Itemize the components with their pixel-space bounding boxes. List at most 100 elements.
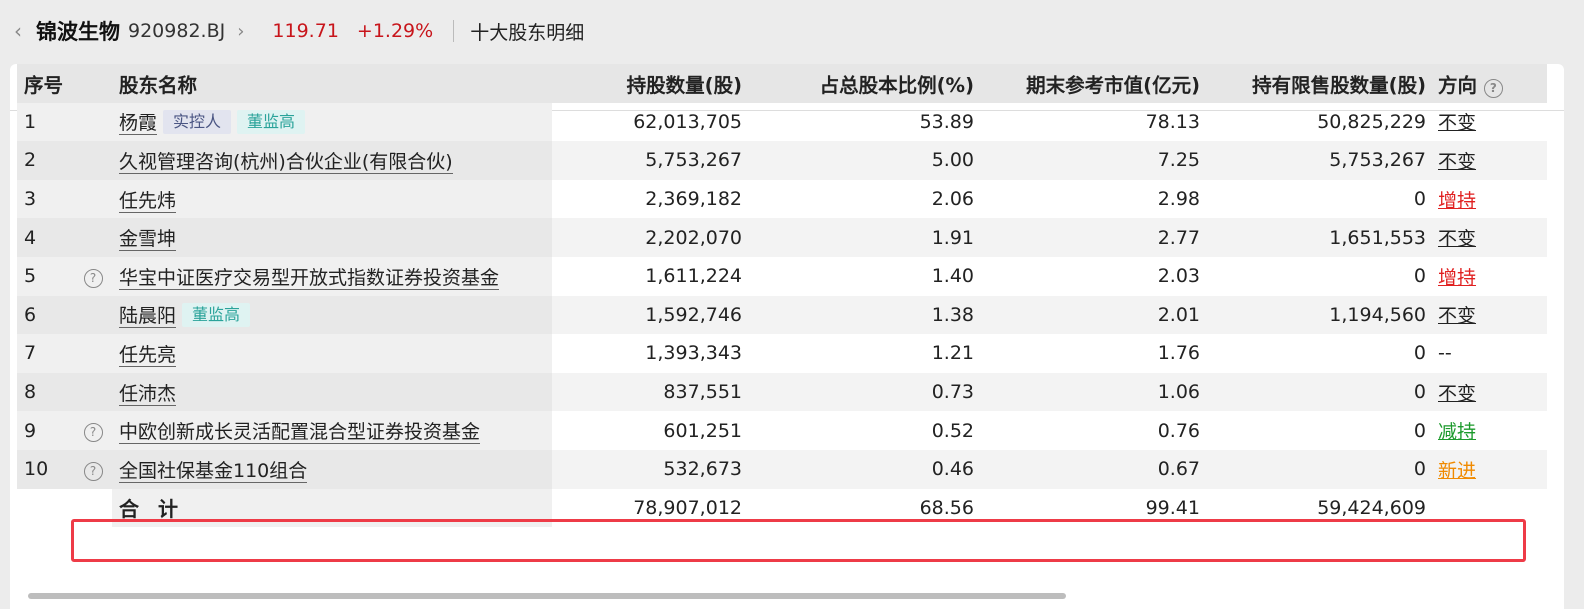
stock-price: 119.71 [272,20,339,42]
question-circle-icon[interactable]: ? [83,423,103,443]
row-ratio: 1.21 [931,342,974,365]
row-index: 3 [17,179,74,219]
direction-link[interactable]: 不变 [1438,112,1476,134]
table-row[interactable]: 6 陆晨阳 董监高 1,592,746 1.38 2.01 1,194,560 不变 [17,295,1547,335]
row-direction-cell: 不变 [1426,103,1547,142]
shareholder-name-link[interactable]: 任沛杰 [119,382,177,406]
row-shares: 1,393,343 [645,342,742,365]
question-circle-icon[interactable]: ? [83,268,103,288]
shareholder-tag: 董监高 [237,110,306,135]
direction-link[interactable]: 增持 [1438,267,1476,289]
total-restricted: 59,424,609 [1317,496,1426,519]
shareholder-name-link[interactable]: 久视管理咨询(杭州)合伙企业(有限合伙) [119,150,453,174]
row-value: 2.03 [1157,265,1200,288]
row-name-cell: 杨霞 实控人 董监高 [112,102,552,142]
row-direction-cell: -- [1426,334,1547,373]
total-label: 合 计 [119,497,184,522]
row-ratio: 5.00 [931,149,974,172]
shareholder-name-link[interactable]: 任先亮 [119,343,177,367]
row-name-cell: 任先亮 [112,334,552,373]
row-shares: 2,369,182 [645,188,742,211]
col-header-direction-label: 方向 [1438,73,1478,97]
row-restricted: 0 [1413,381,1426,404]
row-value: 2.98 [1157,188,1200,211]
row-name-cell: 金雪坤 [112,218,552,257]
direction-link[interactable]: 不变 [1438,383,1476,405]
stock-change: +1.29% [356,20,434,42]
row-direction-cell: 新进 [1426,450,1547,489]
table-header-row: 序号 股东名称 持股数量(股) 占总股本比例(%) 期末参考市值(亿元) 持有限… [17,64,1547,103]
row-direction-cell: 不变 [1426,373,1547,412]
row-info-cell: ? [74,256,112,296]
col-header-ratio[interactable]: 占总股本比例(%) [742,64,974,103]
shareholder-name-link[interactable]: 全国社保基金110组合 [119,459,308,483]
direction-link[interactable]: 减持 [1438,421,1476,443]
row-direction-cell: 增持 [1426,257,1547,296]
row-index: 1 [17,102,74,142]
row-name-cell: 中欧创新成长灵活配置混合型证券投资基金 [112,411,552,450]
row-index: 5 [17,256,74,296]
row-name-cell: 任先炜 [112,179,552,219]
row-direction-cell: 不变 [1426,218,1547,257]
row-value: 0.76 [1157,419,1200,442]
direction-link: -- [1438,342,1452,365]
shareholder-name-link[interactable]: 金雪坤 [119,228,177,252]
row-value: 0.67 [1157,458,1200,481]
row-name-cell: 全国社保基金110组合 [112,449,552,489]
direction-link[interactable]: 不变 [1438,305,1476,327]
row-ratio: 1.91 [931,226,974,249]
row-index: 4 [17,218,74,257]
shareholder-name-link[interactable]: 中欧创新成长灵活配置混合型证券投资基金 [119,421,481,445]
row-shares: 1,611,224 [645,265,742,288]
row-shares: 62,013,705 [633,110,742,133]
row-shares: 532,673 [663,458,742,481]
total-label-cell: 合 计 [112,488,552,528]
row-restricted: 0 [1413,419,1426,442]
row-value: 1.06 [1157,381,1200,404]
row-restricted: 0 [1413,458,1426,481]
table-row[interactable]: 1 杨霞 实控人 董监高 62,013,705 53.89 78.13 50,825,229 不… [17,102,1547,142]
direction-link[interactable]: 不变 [1438,151,1476,173]
shareholder-name-link[interactable]: 陆晨阳 [119,305,177,329]
col-header-shares[interactable]: 持股数量(股) [552,64,742,103]
table-row[interactable]: 2 久视管理咨询(杭州)合伙企业(有限合伙) 5,753,267 5.00 7.25 5,… [17,141,1547,180]
table-row[interactable]: 10? 全国社保基金110组合 532,673 0.46 0.67 0 新进 [17,449,1547,489]
shareholder-name-link[interactable]: 华宝中证医疗交易型开放式指数证券投资基金 [119,266,500,290]
stock-code: 920982.BJ [128,20,226,42]
chevron-left-icon[interactable]: ‹ [14,19,32,43]
table-row[interactable]: 7 任先亮 1,393,343 1.21 1.76 0 -- [17,334,1547,373]
row-value: 2.01 [1157,303,1200,326]
question-circle-icon[interactable]: ? [1483,78,1503,98]
row-shares: 601,251 [663,419,742,442]
horizontal-scrollbar[interactable] [28,593,1066,599]
page-title: 十大股东明细 [470,21,585,44]
col-header-value[interactable]: 期末参考市值(亿元) [974,64,1200,103]
shareholder-name-link[interactable]: 杨霞 [119,112,158,136]
chevron-right-icon[interactable]: › [237,21,244,42]
row-ratio: 53.89 [919,110,974,133]
direction-link[interactable]: 增持 [1438,190,1476,212]
row-info-cell [74,334,112,373]
col-header-restricted[interactable]: 持有限售股数量(股) [1200,64,1426,103]
row-index: 9 [17,411,74,450]
direction-link[interactable]: 新进 [1438,460,1476,482]
table-row[interactable]: 3 任先炜 2,369,182 2.06 2.98 0 增持 [17,179,1547,219]
table-row[interactable]: 8 任沛杰 837,551 0.73 1.06 0 不变 [17,372,1547,412]
header-bar: ‹ 锦波生物 920982.BJ › 119.71 +1.29% 十大股东明细 [0,0,1584,62]
col-header-name: 股东名称 [119,73,198,97]
table-row[interactable]: 5? 华宝中证医疗交易型开放式指数证券投资基金 1,611,224 1.40 2.03 0… [17,256,1547,296]
row-name-cell: 陆晨阳 董监高 [112,295,552,335]
row-index: 6 [17,295,74,335]
row-ratio: 0.52 [931,419,974,442]
shareholder-name-link[interactable]: 任先炜 [119,189,177,213]
table-row[interactable]: 9? 中欧创新成长灵活配置混合型证券投资基金 601,251 0.52 0.76 0 减持 [17,411,1547,450]
row-ratio: 0.73 [931,381,974,404]
question-circle-icon[interactable]: ? [83,461,103,481]
row-info-cell [74,102,112,142]
row-direction-cell: 不变 [1426,296,1547,335]
table-row[interactable]: 4 金雪坤 2,202,070 1.91 2.77 1,651,553 不变 [17,218,1547,257]
direction-link[interactable]: 不变 [1438,228,1476,250]
total-shares: 78,907,012 [633,496,742,519]
total-idx [17,489,74,528]
row-info-cell: ? [74,449,112,489]
